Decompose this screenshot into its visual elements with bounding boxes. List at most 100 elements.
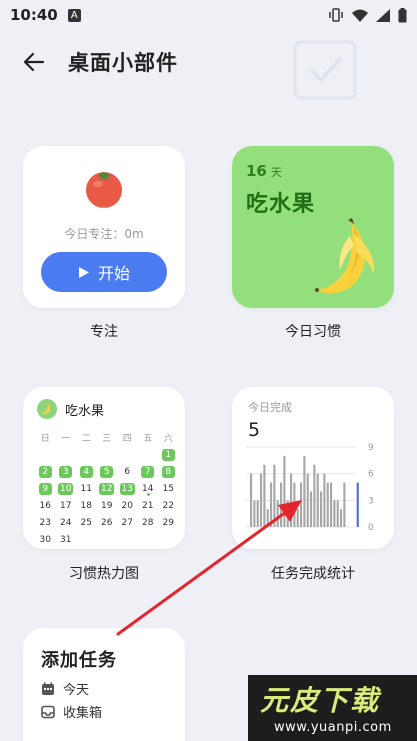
habit-widget-caption: 今日习惯	[285, 324, 341, 340]
heatmap-day-cell: 6	[124, 466, 131, 477]
stats-bar-chart: 9 6 3 0	[246, 443, 374, 533]
heatmap-day-cell: 17	[60, 500, 72, 511]
heatmap-day-cell: 22	[162, 500, 174, 511]
page-title: 桌面小部件	[68, 51, 178, 75]
banana-small-icon	[37, 399, 57, 419]
chart-bar	[263, 464, 266, 527]
add-task-row-today[interactable]: 今天	[41, 679, 89, 698]
heatmap-day-cell: 1	[158, 448, 179, 461]
chart-bar	[250, 473, 253, 527]
heatmap-day-cell: 7	[138, 465, 159, 478]
chart-bar	[330, 482, 333, 527]
chart-bar	[296, 509, 299, 527]
focus-time-text: 今日专注：0m	[64, 227, 144, 241]
focus-widget-card[interactable]: 今日专注：0m 开始	[23, 146, 185, 308]
heatmap-day-cell: 25	[80, 517, 92, 528]
header: 桌面小部件	[0, 40, 417, 100]
heatmap-day-cell: 8	[158, 465, 179, 478]
chart-bar	[333, 500, 336, 527]
heatmap-widget-caption: 习惯热力图	[69, 566, 139, 582]
chart-bar	[343, 482, 346, 527]
heatmap-widget-card[interactable]: 吃水果 日一二三四五六 1 2 3 4 5 6 7 8 9 10 11 12 13 14 15 16 17 18 19…	[23, 387, 185, 549]
chart-bar	[290, 473, 293, 527]
focus-widget-caption: 专注	[90, 324, 118, 340]
add-task-row-label: 今天	[63, 683, 90, 698]
heatmap-day-cell: 16	[39, 500, 51, 511]
heatmap-day-cell: 13	[119, 482, 135, 495]
heatmap-day-cell: 20	[121, 500, 133, 511]
heatmap-day-cell: 5	[97, 465, 118, 478]
battery-icon	[398, 7, 407, 22]
heatmap-day-cell: 31	[60, 534, 72, 545]
heatmap-calendar-grid: 日一二三四五六 1 2 3 4 5 6 7 8 9 10 11 12 13 14 15 16 17 18 19 20 21…	[35, 429, 179, 548]
heatmap-week-row: 23 24 25 26 27 28 29	[35, 514, 179, 531]
heatmap-day-cell: 26	[101, 517, 113, 528]
heatmap-day-cell: 23	[39, 517, 51, 528]
heatmap-week-row: 30 31	[35, 531, 179, 548]
chart-bar	[270, 482, 273, 527]
chart-bar	[280, 482, 283, 527]
chart-bar	[316, 473, 319, 527]
heatmap-weekday-label: 一	[61, 434, 71, 444]
chart-bar	[300, 482, 303, 527]
heatmap-day-cell: 3	[56, 465, 77, 478]
notification-badge-icon: A	[67, 8, 81, 22]
start-button[interactable]: 开始	[41, 252, 167, 292]
watermark-url: www.yuanpi.com	[274, 720, 392, 735]
tomato-icon	[86, 172, 122, 208]
heatmap-week-row: 9 10 11 12 13 14 15	[35, 480, 179, 497]
chart-bar	[260, 473, 263, 527]
chart-bar	[313, 464, 316, 527]
chart-bar	[283, 455, 286, 527]
chart-bar	[256, 500, 259, 527]
heatmap-day-cell: 12	[99, 482, 115, 495]
heatmap-weekday-row: 日 一二 三四 五六	[35, 429, 179, 446]
heatmap-day-cell: 30	[39, 534, 51, 545]
stats-value: 5	[248, 419, 261, 441]
habit-days-unit: 天	[270, 166, 282, 179]
calendar-icon	[42, 682, 54, 695]
heatmap-week-row: 16 17 18 19 20 21 22	[35, 497, 179, 514]
heatmap-day-cell: 4	[76, 465, 97, 478]
chart-bar	[320, 491, 323, 527]
signal-icon	[376, 8, 390, 22]
chart-bar	[336, 500, 339, 527]
chart-y-tick-label: 3	[368, 496, 374, 506]
chart-bar	[323, 473, 326, 527]
heatmap-header: 吃水果	[37, 399, 104, 419]
habit-name: 吃水果	[246, 192, 316, 217]
stats-label: 今日完成	[248, 401, 292, 414]
add-task-widget-card[interactable]: 添加任务 今天 收集箱	[23, 628, 185, 741]
chart-bar	[286, 500, 289, 527]
chart-bar	[266, 509, 269, 527]
today-dot-icon	[146, 492, 150, 496]
back-button[interactable]	[12, 40, 56, 84]
chart-y-tick-label: 0	[368, 523, 374, 533]
chart-y-tick-label: 6	[368, 470, 374, 480]
heatmap-weekday-label: 六	[163, 434, 173, 444]
add-task-row-inbox[interactable]: 收集箱	[41, 702, 102, 721]
chart-bar	[306, 473, 309, 527]
habit-widget-card[interactable]: 16 天 吃水果	[232, 146, 394, 308]
heatmap-day-cell: 27	[121, 517, 133, 528]
chart-bar	[303, 455, 306, 527]
heatmap-day-cell: 24	[60, 517, 72, 528]
heatmap-week-row: 1	[35, 446, 179, 463]
heatmap-day-cell: 15	[162, 483, 174, 494]
heatmap-weekday-label: 四	[122, 434, 132, 444]
heatmap-title: 吃水果	[65, 403, 105, 419]
habit-days: 16 天	[246, 162, 282, 180]
chart-bar	[340, 509, 343, 527]
chart-bar	[326, 482, 329, 527]
chart-bar	[253, 500, 256, 527]
heatmap-day-cell: 29	[162, 517, 174, 528]
start-button-label: 开始	[97, 264, 130, 283]
status-bar: 10:40 A	[0, 0, 417, 30]
inbox-icon	[41, 705, 55, 718]
arrow-left-icon	[23, 52, 45, 72]
chart-bar	[276, 500, 279, 527]
heatmap-day-cell: 10	[58, 482, 74, 495]
stats-widget-card[interactable]: 今日完成 5 9 6 3 0	[232, 387, 394, 549]
heatmap-week-row: 2345678	[35, 463, 179, 480]
add-task-row-label: 收集箱	[63, 706, 103, 721]
